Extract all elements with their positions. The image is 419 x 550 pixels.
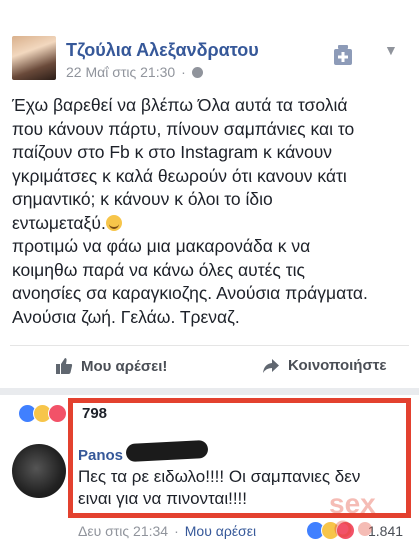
post-meta: 22 Μαΐ στις 21:30 · [66,64,203,80]
love-reaction-icon [48,404,67,423]
share-arrow-icon [263,358,279,373]
comment-date[interactable]: Δευ στις 21:34 [78,523,168,539]
author-avatar[interactable] [12,36,56,80]
like-label: Μου αρέσει! [81,357,168,375]
svg-text:sex: sex [329,488,376,519]
comment-like-link[interactable]: Μου αρέσει [185,523,256,539]
post-card: Τζούλια Αλεξανδρατου 22 Μαΐ στις 21:30 ·… [0,0,419,550]
post-body: Έχω βαρεθεί να βλέπω Όλα αυτά τα τσολιά … [12,94,412,329]
post-text-part2: προτιμώ να φάω μια μακαρονάδα κ να κοιμη… [12,236,368,327]
reactions-summary[interactable] [18,404,67,423]
like-button[interactable]: Μου αρέσει! [55,357,167,375]
chevron-down-icon[interactable]: ▼ [384,42,398,58]
share-label: Κοινοποιήστε [288,357,387,374]
globe-icon [191,66,203,78]
watermark-logo: sex [329,488,376,538]
comment-meta-separator: · [174,523,179,539]
post-date[interactable]: 22 Μαΐ στις 21:30 [66,64,175,80]
meta-separator: · [181,64,186,80]
divider [10,345,409,346]
share-button[interactable]: Κοινοποιήστε [262,357,387,374]
commenter-avatar[interactable] [12,444,66,498]
post-text-part1: Έχω βαρεθεί να βλέπω Όλα αυτά τα τσολιά … [12,95,355,233]
author-name[interactable]: Τζούλια Αλεξανδρατου [66,40,259,61]
post-actions: Μου αρέσει! Κοινοποιήστε [0,352,419,382]
add-badge-icon[interactable] [332,44,354,66]
section-separator [0,388,419,395]
laughing-emoji-icon [105,214,122,231]
thumbs-up-icon [56,358,73,374]
comment-meta: Δευ στις 21:34 · Μου αρέσει [78,523,256,539]
